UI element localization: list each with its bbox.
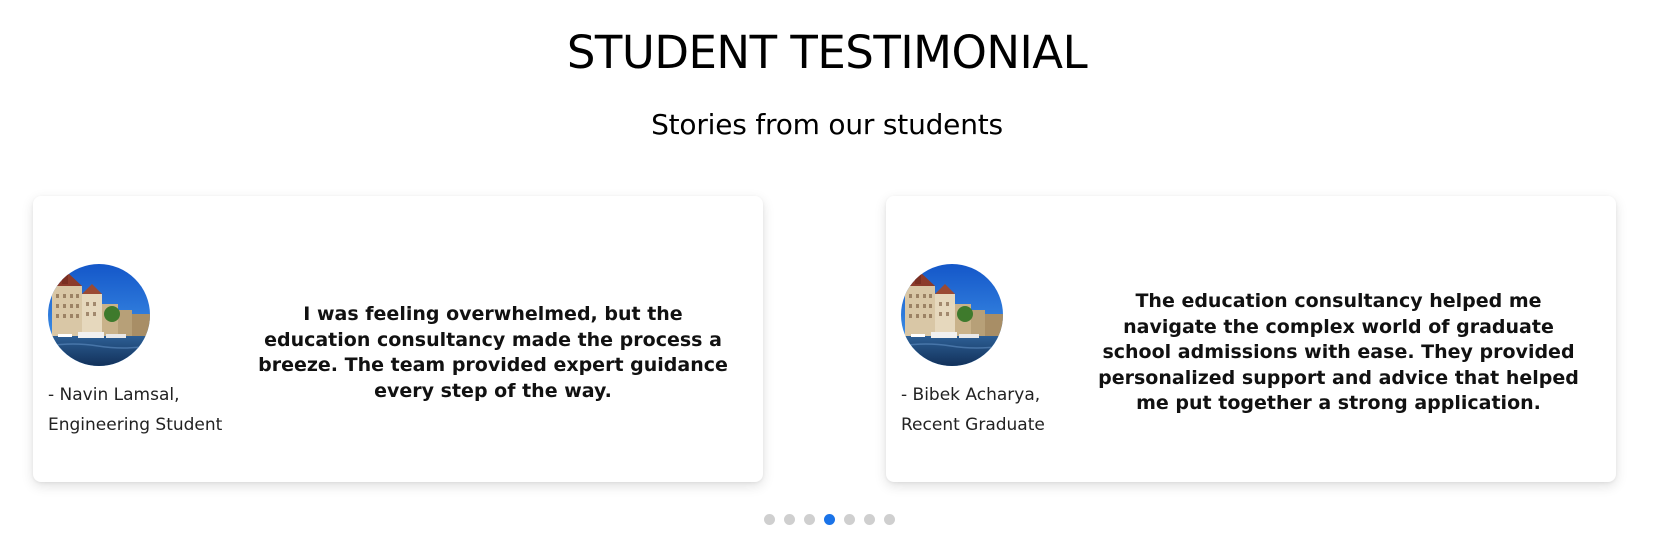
- pagination-dots: [763, 514, 895, 526]
- pagination-dot[interactable]: [763, 514, 775, 525]
- testimonial-card: - Navin Lamsal, Engineering Student I wa…: [33, 196, 763, 482]
- avatar: [48, 264, 150, 366]
- testimonial-card: - Bibek Acharya, Recent Graduate The edu…: [886, 196, 1616, 482]
- pagination-dot[interactable]: [863, 514, 875, 525]
- author-role: Recent Graduate: [901, 415, 1045, 435]
- author-role: Engineering Student: [48, 415, 223, 435]
- section-title: STUDENT TESTIMONIAL: [566, 26, 1088, 79]
- pagination-dot[interactable]: [803, 514, 815, 525]
- testimonial-quote: I was feeling overwhelmed, but the educa…: [258, 303, 728, 402]
- section-subtitle: Stories from our students: [651, 108, 1003, 141]
- carousel-pagination: [0, 514, 1654, 526]
- testimonial-carousel[interactable]: - Navin Lamsal, Engineering Student I wa…: [0, 196, 1654, 486]
- city-canal-photo-icon: [48, 264, 150, 366]
- testimonial-author: - Navin Lamsal, Engineering Student: [48, 380, 248, 440]
- avatar: [901, 264, 1003, 366]
- pagination-dot-active[interactable]: [823, 514, 835, 525]
- testimonial-author: - Bibek Acharya, Recent Graduate: [901, 380, 1101, 440]
- pagination-dot[interactable]: [843, 514, 855, 525]
- testimonial-quote: The education consultancy helped me navi…: [1098, 290, 1579, 414]
- city-canal-photo-icon: [901, 264, 1003, 366]
- author-name: - Bibek Acharya,: [901, 385, 1041, 405]
- pagination-dot[interactable]: [783, 514, 795, 525]
- pagination-dot[interactable]: [883, 514, 895, 525]
- author-name: - Navin Lamsal,: [48, 385, 180, 405]
